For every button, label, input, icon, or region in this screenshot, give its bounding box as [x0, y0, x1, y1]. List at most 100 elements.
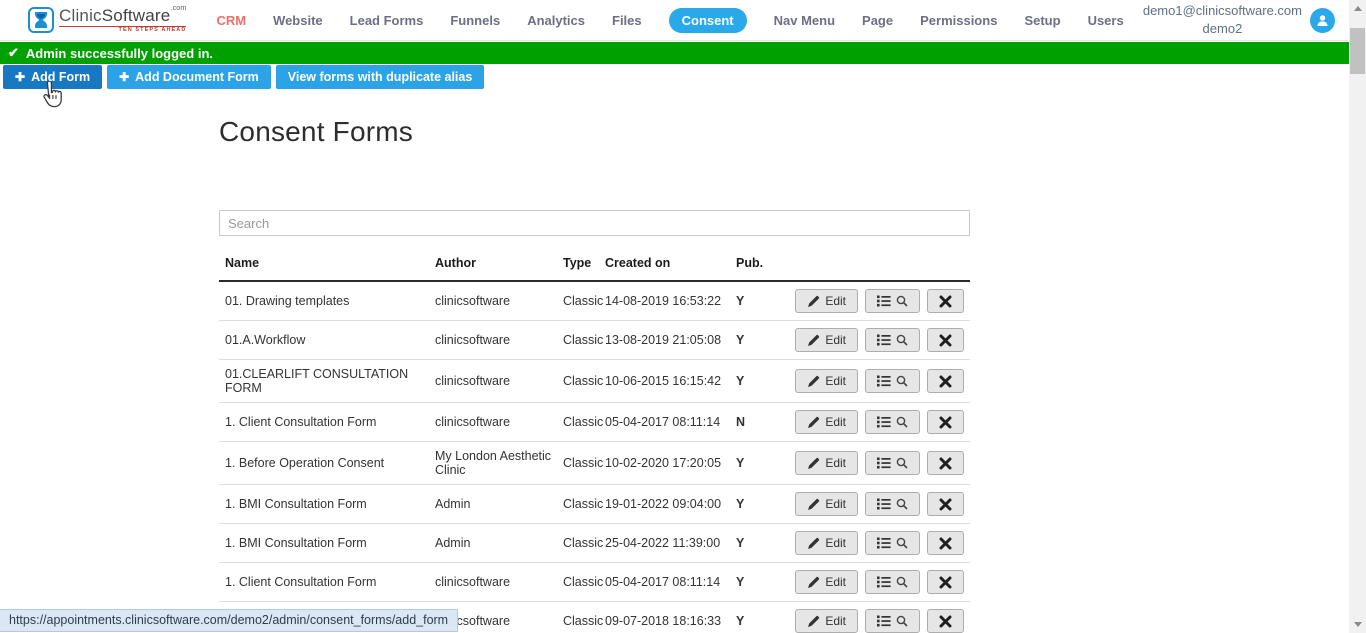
nav-item-permissions[interactable]: Permissions — [920, 13, 997, 28]
banner-message: Admin successfully logged in. — [26, 46, 213, 61]
table-row: 01.CLEARLIFT CONSULTATION FORMclinicsoft… — [219, 360, 970, 403]
scrollbar-thumb[interactable] — [1350, 28, 1365, 74]
form-pub-cell: Y — [736, 524, 786, 563]
form-pub-cell: Y — [736, 321, 786, 360]
pencil-icon — [807, 498, 820, 511]
form-actions-cell: Edit — [786, 281, 970, 321]
vertical-scrollbar[interactable] — [1349, 0, 1366, 633]
edit-form-button[interactable]: Edit — [795, 328, 858, 352]
column-header-created-on[interactable]: Created on — [605, 246, 736, 281]
delete-form-button[interactable] — [927, 451, 964, 475]
nav-item-website[interactable]: Website — [273, 13, 323, 28]
edit-form-button[interactable]: Edit — [795, 492, 858, 516]
delete-form-button[interactable] — [927, 369, 964, 393]
edit-form-button[interactable]: Edit — [795, 609, 858, 633]
edit-form-button[interactable]: Edit — [795, 451, 858, 475]
table-row: 1. Client Consultation Formclinicsoftwar… — [219, 403, 970, 442]
form-created-cell: 05-04-2017 08:11:14 — [605, 403, 736, 442]
delete-form-button[interactable] — [927, 570, 964, 594]
add-document-form-button[interactable]: ✚ Add Document Form — [107, 65, 271, 89]
scroll-down-button[interactable] — [1349, 616, 1366, 633]
delete-form-button[interactable] — [927, 492, 964, 516]
nav-item-files[interactable]: Files — [612, 13, 642, 28]
nav-item-analytics[interactable]: Analytics — [527, 13, 585, 28]
nav-item-crm[interactable]: CRM — [216, 13, 246, 28]
view-duplicate-alias-button[interactable]: View forms with duplicate alias — [276, 65, 485, 89]
delete-form-button[interactable] — [927, 609, 964, 633]
nav-item-funnels[interactable]: Funnels — [450, 13, 500, 28]
column-header-type[interactable]: Type — [563, 246, 605, 281]
list-icon — [877, 576, 891, 588]
edit-form-button[interactable]: Edit — [795, 289, 858, 313]
search-input[interactable] — [219, 210, 970, 236]
list-icon — [877, 457, 891, 469]
form-name-cell: 1. Client Consultation Form — [219, 403, 435, 442]
column-header-name[interactable]: Name — [219, 246, 435, 281]
avatar[interactable] — [1310, 8, 1335, 33]
view-questions-button[interactable] — [865, 609, 920, 633]
magnifier-icon — [896, 334, 908, 346]
edit-form-button[interactable]: Edit — [795, 531, 858, 555]
column-header-actions — [786, 246, 970, 281]
view-questions-button[interactable] — [865, 531, 920, 555]
form-name-cell: 01.A.Workflow — [219, 321, 435, 360]
delete-form-button[interactable] — [927, 289, 964, 313]
column-header-pub[interactable]: Pub. — [736, 246, 786, 281]
user-block[interactable]: demo1@clinicsoftware.com demo2 — [1143, 2, 1335, 37]
status-url-tooltip: https://appointments.clinicsoftware.com/… — [0, 609, 458, 632]
close-icon — [939, 334, 952, 347]
form-name-cell: 1. Client Consultation Form — [219, 563, 435, 602]
form-created-cell: 09-07-2018 18:16:33 — [605, 602, 736, 633]
delete-form-button[interactable] — [927, 410, 964, 434]
main-content: Consent Forms Name Author Type Created o… — [219, 116, 970, 633]
pencil-icon — [807, 576, 820, 589]
edit-form-button[interactable]: Edit — [795, 369, 858, 393]
form-created-cell: 10-06-2015 16:15:42 — [605, 360, 736, 403]
view-questions-button[interactable] — [865, 369, 920, 393]
delete-form-button[interactable] — [927, 531, 964, 555]
nav-item-users[interactable]: Users — [1088, 13, 1124, 28]
scroll-up-button[interactable] — [1349, 0, 1366, 17]
add-form-button[interactable]: ✚ Add Form — [3, 65, 102, 89]
brand-tagline: TEN STEPS AHEAD — [59, 26, 186, 34]
nav-item-nav-menu[interactable]: Nav Menu — [774, 13, 835, 28]
view-questions-button[interactable] — [865, 570, 920, 594]
view-questions-button[interactable] — [865, 410, 920, 434]
view-questions-button[interactable] — [865, 289, 920, 313]
form-author-cell: clinicsoftware — [435, 563, 563, 602]
form-name-cell: 1. Before Operation Consent — [219, 442, 435, 485]
magnifier-icon — [896, 295, 908, 307]
nav-item-setup[interactable]: Setup — [1024, 13, 1060, 28]
list-icon — [877, 537, 891, 549]
form-type-cell: Classic — [563, 281, 605, 321]
nav-item-lead-forms[interactable]: Lead Forms — [350, 13, 424, 28]
close-icon — [939, 375, 952, 388]
view-questions-button[interactable] — [865, 492, 920, 516]
close-icon — [939, 576, 952, 589]
column-header-author[interactable]: Author — [435, 246, 563, 281]
nav-item-consent[interactable]: Consent — [669, 8, 747, 33]
delete-form-button[interactable] — [927, 328, 964, 352]
form-name-cell: 01.CLEARLIFT CONSULTATION FORM — [219, 360, 435, 403]
edit-form-button[interactable]: Edit — [795, 410, 858, 434]
form-author-cell: Admin — [435, 485, 563, 524]
nav-item-page[interactable]: Page — [862, 13, 893, 28]
form-actions-cell: Edit — [786, 321, 970, 360]
list-icon — [877, 375, 891, 387]
success-banner: ✔ Admin successfully logged in. — [0, 42, 1349, 64]
add-document-form-label: Add Document Form — [135, 70, 259, 84]
toolbar: ✚ Add Form ✚ Add Document Form View form… — [3, 65, 484, 89]
form-actions-cell: Edit — [786, 524, 970, 563]
view-questions-button[interactable] — [865, 451, 920, 475]
edit-label: Edit — [825, 294, 846, 308]
edit-form-button[interactable]: Edit — [795, 570, 858, 594]
pencil-icon — [807, 537, 820, 550]
magnifier-icon — [896, 498, 908, 510]
form-type-cell: Classic — [563, 485, 605, 524]
form-author-cell: Admin — [435, 524, 563, 563]
clinicsoftware-logo[interactable]: ClinicSoftware.com TEN STEPS AHEAD — [28, 7, 186, 34]
view-questions-button[interactable] — [865, 328, 920, 352]
table-header-row: Name Author Type Created on Pub. — [219, 246, 970, 281]
scroll-down-icon — [1354, 622, 1362, 627]
view-duplicate-alias-label: View forms with duplicate alias — [288, 70, 473, 84]
